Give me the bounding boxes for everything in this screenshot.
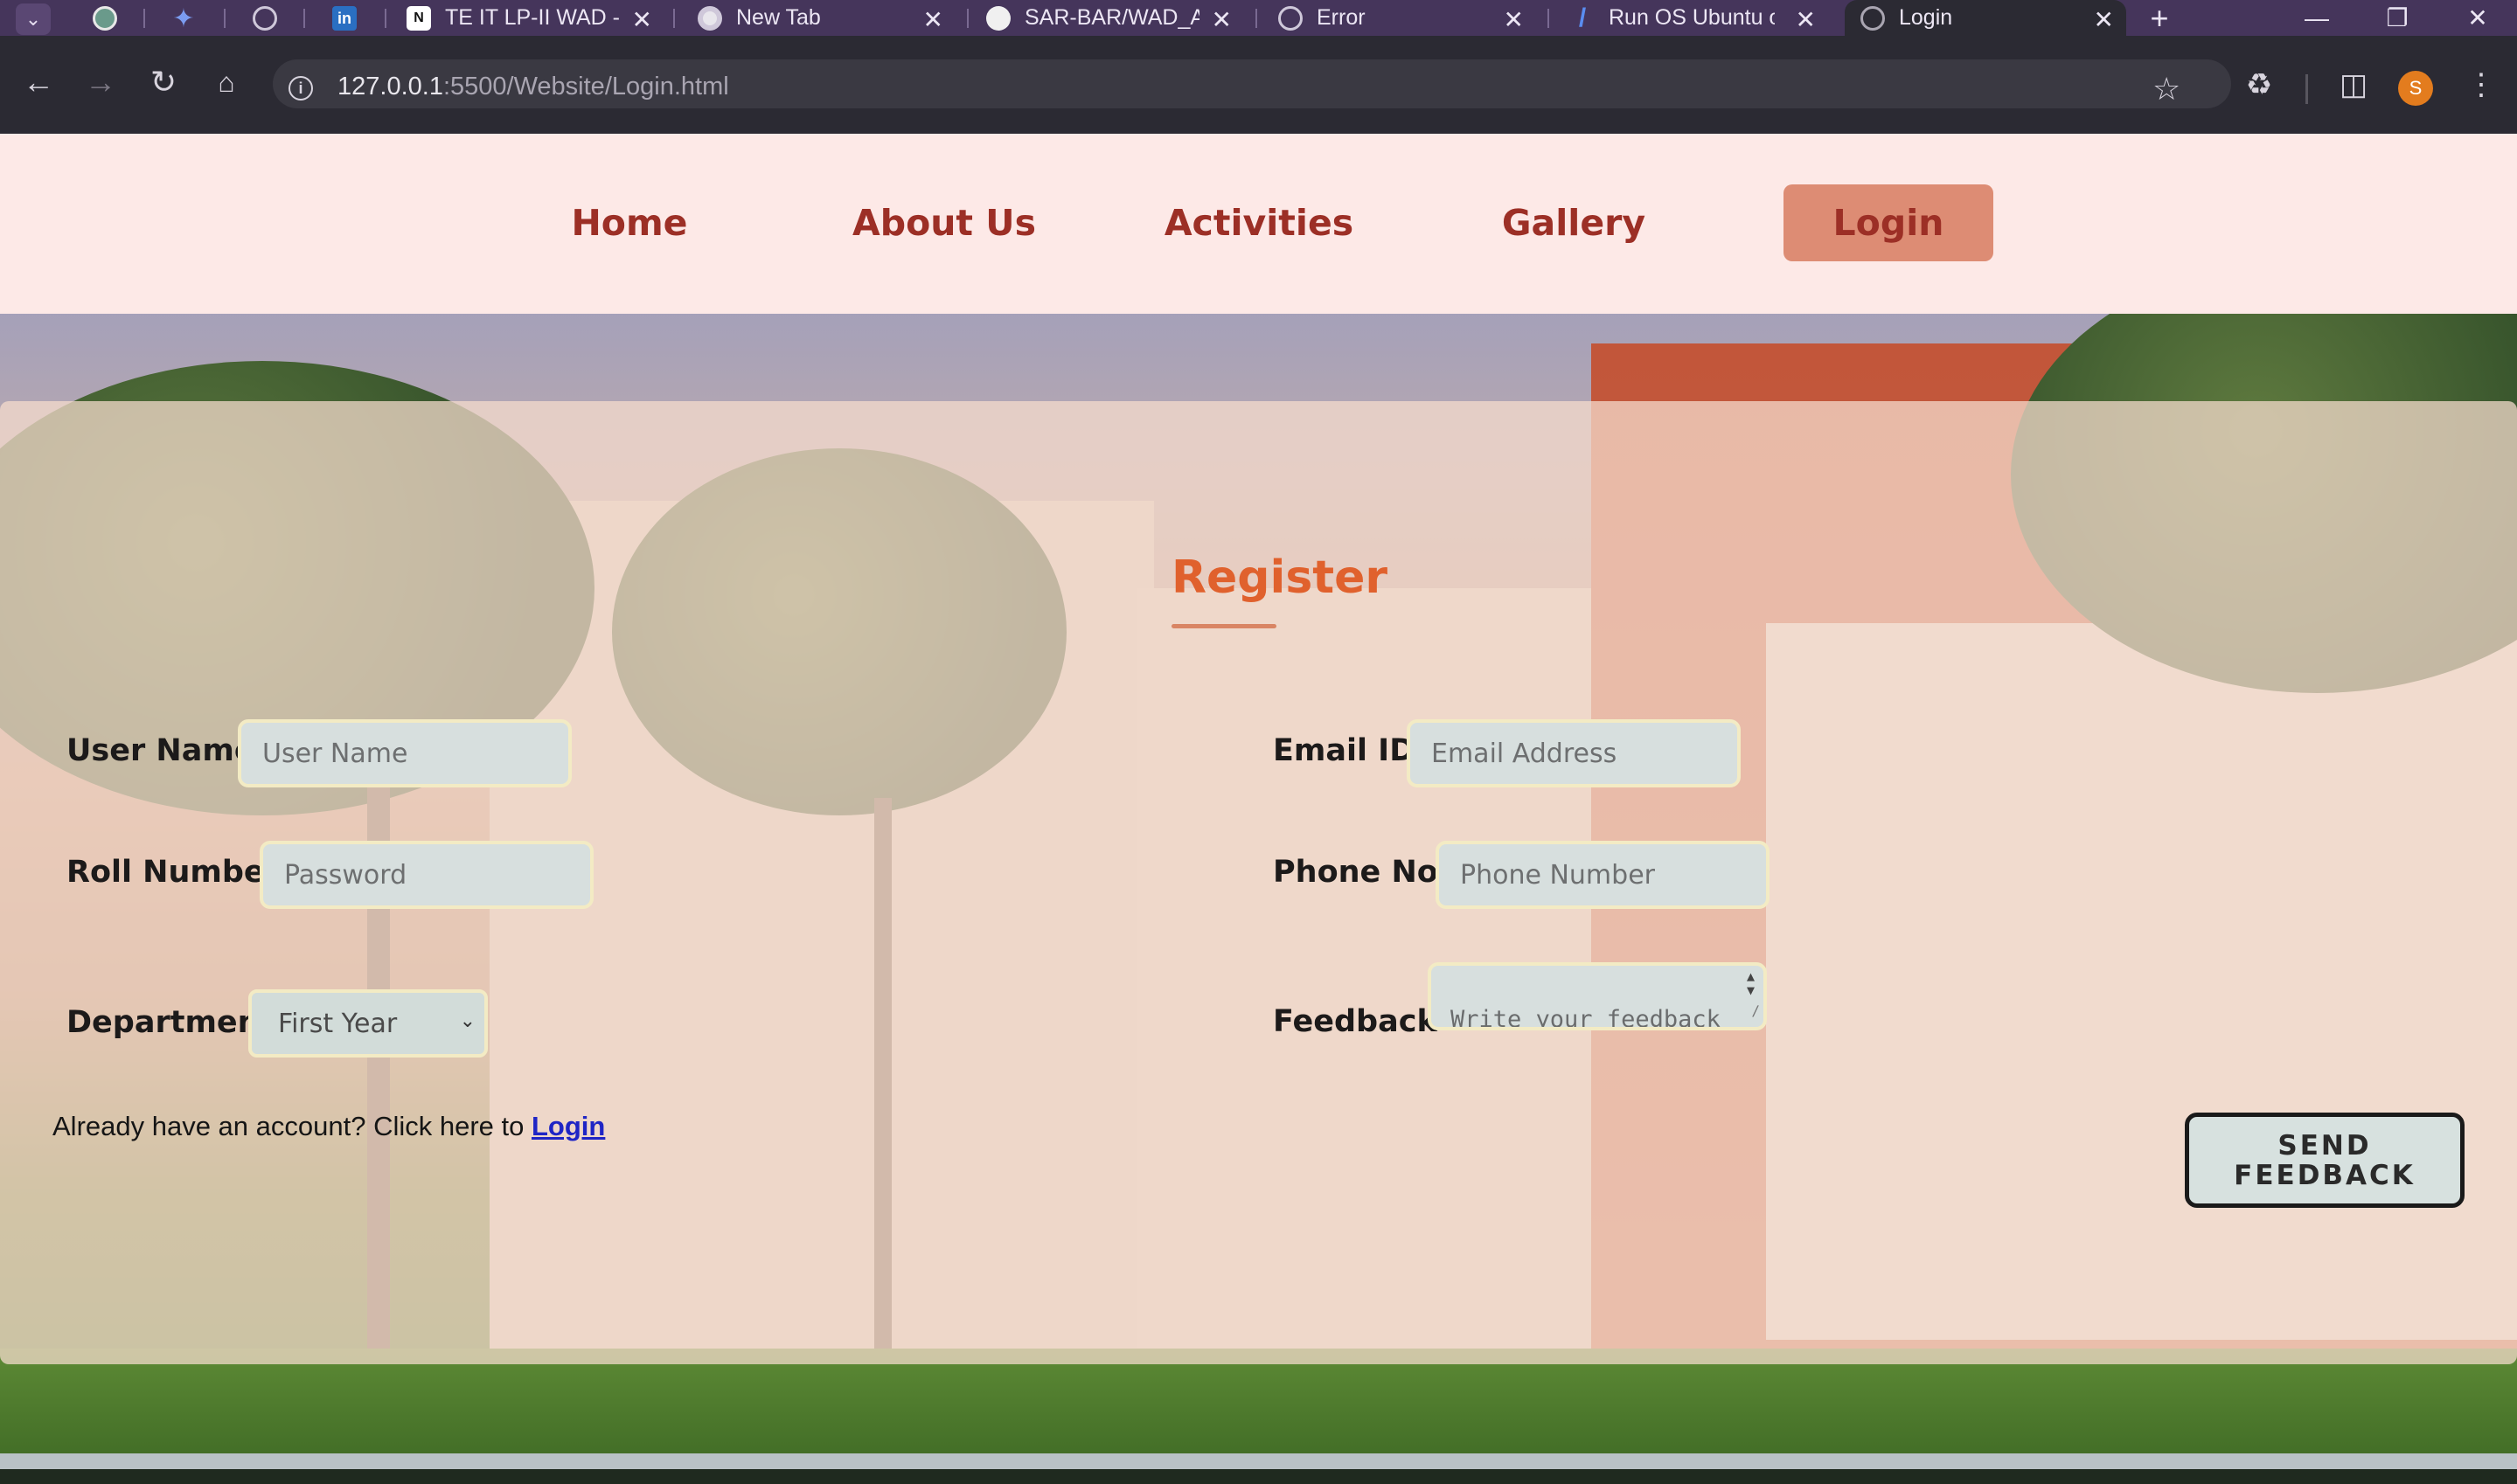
tab-label: SAR-BAR/WAD_A xyxy=(1025,5,1199,30)
globe-icon xyxy=(1860,5,1885,31)
feedback-label: Feedback xyxy=(1273,1004,1437,1039)
nav-home-link[interactable]: Home xyxy=(560,184,699,261)
pinned-tab-globe[interactable] xyxy=(247,5,282,31)
tab-label: TE IT LP-II WAD - xyxy=(445,5,621,30)
linkedin-icon: in xyxy=(332,6,357,31)
chrome-icon xyxy=(698,5,722,31)
notion-icon: N xyxy=(407,5,431,31)
phone-label: Phone No. xyxy=(1273,855,1450,890)
title-underline xyxy=(1172,624,1276,628)
already-account-text: Already have an account? Click here to L… xyxy=(52,1111,605,1142)
browser-toolbar: ← → ↻ ⌂ i 127.0.0.1:5500/Website/Login.h… xyxy=(0,36,2517,134)
chatgpt-icon xyxy=(93,6,117,31)
tab-separator xyxy=(385,9,386,28)
tab-bar: ⌄ ✦ in N TE IT LP-II WAD - ✕ New Tab ✕ S… xyxy=(0,0,2517,36)
minimize-icon[interactable]: — xyxy=(2277,0,2356,36)
register-form-card: Register User Name User Name Roll Number… xyxy=(0,401,2517,1364)
rollno-input[interactable]: Password xyxy=(260,841,594,909)
home-icon[interactable]: ⌂ xyxy=(203,59,250,106)
tab-error[interactable]: Error ✕ xyxy=(1278,0,1536,36)
close-tab-icon[interactable]: ✕ xyxy=(632,5,652,34)
close-tab-icon[interactable]: ✕ xyxy=(1796,5,1816,34)
tab-label: New Tab xyxy=(736,5,821,30)
textarea-spinner-icon[interactable]: ▲ ▼ xyxy=(1747,969,1755,997)
register-title: Register xyxy=(1172,551,1388,604)
site-info-icon[interactable]: i xyxy=(289,76,313,101)
web-page: Home About Us Activities Gallery Login R… xyxy=(0,134,2517,1484)
tab-separator xyxy=(967,9,969,28)
close-tab-icon[interactable]: ✕ xyxy=(2094,5,2114,34)
email-input[interactable]: Email Address xyxy=(1407,719,1741,787)
tab-separator xyxy=(1255,9,1257,28)
department-label: Department xyxy=(66,1005,275,1040)
github-icon xyxy=(986,5,1011,31)
feedback-placeholder: Write your feedback here xyxy=(1450,1006,1721,1030)
nav-about-us-link[interactable]: About Us xyxy=(848,184,1040,261)
tab-label: Run OS Ubuntu o xyxy=(1609,5,1775,30)
tab-separator xyxy=(143,9,145,28)
url-path: :5500/Website/Login.html xyxy=(442,73,729,101)
pinned-tab-linkedin[interactable]: in xyxy=(327,5,362,31)
tab-separator xyxy=(1547,9,1549,28)
send-feedback-button[interactable]: SEND FEEDBACK xyxy=(2185,1113,2465,1208)
nav-gallery-link[interactable]: Gallery xyxy=(1486,184,1661,261)
new-tab-plus-icon[interactable]: + xyxy=(2142,0,2177,36)
tab-github[interactable]: SAR-BAR/WAD_A ✕ xyxy=(986,0,1244,36)
tab-wad-notion[interactable]: N TE IT LP-II WAD - ✕ xyxy=(407,0,664,36)
username-label: User Name xyxy=(66,733,255,768)
pinned-tab-gemini[interactable]: ✦ xyxy=(166,3,201,33)
replit-icon: / xyxy=(1578,3,1587,32)
nav-activities-link[interactable]: Activities xyxy=(1163,184,1355,261)
feedback-textarea[interactable]: Write your feedback here ▲▼ ∕ xyxy=(1428,962,1767,1030)
toolbar-separator xyxy=(2305,74,2308,104)
tab-login-active[interactable]: Login ✕ xyxy=(1845,0,2126,36)
extensions-puzzle-icon[interactable]: ♻ xyxy=(2240,66,2278,104)
close-tab-icon[interactable]: ✕ xyxy=(1212,5,1232,34)
restore-icon[interactable]: ❐ xyxy=(2358,0,2437,36)
chevron-down-icon: ⌄ xyxy=(459,1010,476,1032)
close-tab-icon[interactable]: ✕ xyxy=(1504,5,1524,34)
tab-label: Login xyxy=(1899,5,1953,30)
url-host: 127.0.0.1 xyxy=(337,73,443,101)
tab-search-chevron-icon[interactable]: ⌄ xyxy=(16,3,51,35)
profile-initial: S xyxy=(2409,77,2423,99)
gemini-icon: ✦ xyxy=(172,3,195,33)
email-label: Email ID xyxy=(1273,733,1415,768)
side-panel-icon[interactable]: ◫ xyxy=(2334,66,2373,104)
reload-icon[interactable]: ↻ xyxy=(140,59,187,106)
tab-separator xyxy=(303,9,305,28)
rollno-label: Roll Number xyxy=(66,855,280,890)
close-window-icon[interactable]: ✕ xyxy=(2438,0,2517,36)
back-arrow-icon[interactable]: ← xyxy=(15,59,62,106)
tab-new-tab[interactable]: New Tab ✕ xyxy=(698,0,956,36)
url-text[interactable]: 127.0.0.1:5500/Website/Login.html xyxy=(337,73,729,101)
forward-arrow-icon[interactable]: → xyxy=(77,59,124,106)
tab-separator xyxy=(224,9,226,28)
phone-input[interactable]: Phone Number xyxy=(1436,841,1770,909)
globe-icon xyxy=(1278,5,1303,31)
nav-login-button[interactable]: Login xyxy=(1783,184,1993,261)
department-selected-value: First Year xyxy=(278,1008,398,1039)
globe-icon xyxy=(253,6,277,31)
close-tab-icon[interactable]: ✕ xyxy=(923,5,943,34)
profile-avatar[interactable]: S xyxy=(2398,71,2433,106)
tab-replit[interactable]: / Run OS Ubuntu o ✕ xyxy=(1570,0,1828,36)
background-lawn xyxy=(0,1349,2517,1471)
already-account-prompt: Already have an account? Click here to xyxy=(52,1111,525,1141)
tab-separator xyxy=(673,9,675,28)
background-edge xyxy=(0,1469,2517,1484)
kebab-menu-icon[interactable]: ⋮ xyxy=(2462,66,2500,104)
tab-label: Error xyxy=(1317,5,1366,30)
login-link[interactable]: Login xyxy=(532,1111,605,1141)
department-select[interactable]: First Year ⌄ xyxy=(248,989,488,1058)
bookmark-star-icon[interactable]: ☆ xyxy=(2152,71,2180,107)
resize-handle-icon[interactable]: ∕ xyxy=(1751,997,1760,1025)
pinned-tab-chatgpt[interactable] xyxy=(87,5,122,31)
username-input[interactable]: User Name xyxy=(238,719,572,787)
site-navbar: Home About Us Activities Gallery Login xyxy=(0,134,2517,314)
